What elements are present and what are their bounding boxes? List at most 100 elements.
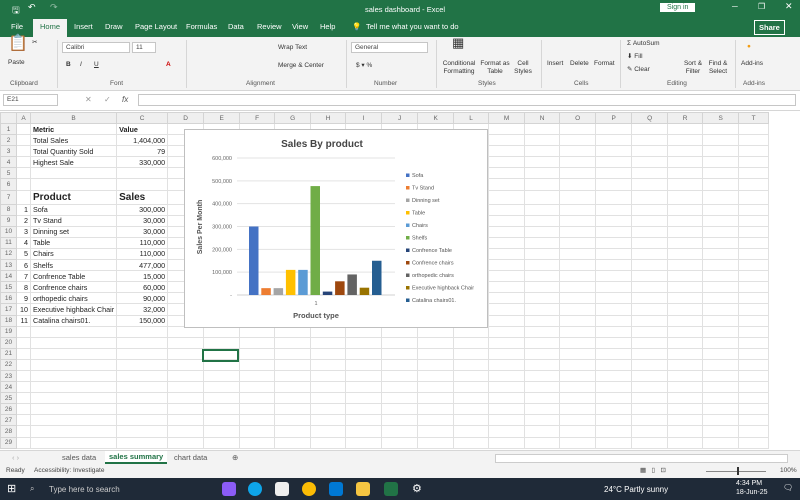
cell[interactable] [167,381,205,394]
cell[interactable] [631,292,669,305]
cell[interactable] [116,381,169,394]
cell[interactable] [559,292,597,305]
cell[interactable] [595,347,633,360]
cell[interactable]: 7 [16,270,31,283]
cell[interactable] [631,347,669,360]
font-size-select[interactable]: 11 [132,42,156,53]
cell[interactable] [595,122,633,136]
cell[interactable] [738,325,770,338]
cell[interactable]: Product [29,189,118,205]
cell[interactable] [631,236,669,249]
cell[interactable] [738,403,770,416]
cell[interactable] [488,358,526,371]
cell[interactable]: 10 [16,303,31,316]
column-header[interactable]: H [310,112,347,124]
cell[interactable]: 32,000 [116,303,169,316]
row-header[interactable]: 5 [0,167,17,180]
cell[interactable] [631,303,669,316]
cell[interactable] [667,347,704,360]
cell[interactable] [453,392,490,405]
clear-button[interactable]: ✎ Clear [627,66,650,74]
cell[interactable] [738,270,770,283]
cell[interactable] [29,347,118,360]
cell[interactable] [559,178,597,191]
cell[interactable] [524,425,561,438]
cell[interactable] [417,425,455,438]
cell[interactable] [667,236,704,249]
cell[interactable] [631,403,669,416]
notifications-icon[interactable]: 🗨 [783,483,793,492]
cell[interactable] [595,259,633,272]
cell[interactable] [667,381,704,394]
cell[interactable] [559,325,597,338]
cell[interactable] [702,145,740,158]
cell-styles-button[interactable]: Cell Styles [511,60,535,76]
autosum-button[interactable]: Σ AutoSum [627,40,660,48]
cell[interactable] [595,425,633,438]
cell[interactable] [381,403,419,416]
cell[interactable] [417,347,455,360]
cell[interactable] [631,369,669,383]
enter-icon[interactable]: ✓ [104,95,111,104]
cell[interactable] [559,414,597,427]
cell[interactable] [345,336,383,349]
column-header[interactable]: P [595,112,633,124]
cell[interactable] [631,134,669,147]
conditional-formatting-button[interactable]: Conditional Formatting [437,60,481,76]
insert-function-button[interactable]: fx [122,95,128,104]
find-select-button[interactable]: Find & Select [705,60,731,76]
cell[interactable] [116,358,169,371]
row-header[interactable]: 19 [0,325,17,338]
store-icon[interactable] [275,482,289,496]
cell[interactable] [29,178,118,191]
clock-time[interactable]: 4:34 PM [736,480,762,487]
tab-review[interactable]: Review [257,22,282,31]
cell[interactable]: Dinning set [29,225,118,238]
cell[interactable] [595,436,633,449]
cell[interactable] [702,203,740,216]
tab-view[interactable]: View [292,22,308,31]
row-header[interactable]: 20 [0,336,17,349]
cell[interactable] [345,358,383,371]
cell[interactable] [203,414,241,427]
cell[interactable] [702,122,740,136]
cell[interactable] [16,325,31,338]
cell[interactable] [310,436,347,449]
italic-button[interactable]: I [80,61,82,69]
cell[interactable] [595,336,633,349]
font-name-select[interactable]: Calibri [62,42,130,53]
cell[interactable] [738,189,770,205]
cell[interactable] [203,392,241,405]
cell[interactable] [345,414,383,427]
cell[interactable] [631,225,669,238]
cell[interactable] [667,145,704,158]
cell[interactable] [524,225,561,238]
cell[interactable] [631,167,669,180]
cell[interactable] [595,325,633,338]
row-header[interactable]: 4 [0,156,17,169]
windows-start-icon[interactable]: ⊞ [7,482,16,495]
cell[interactable] [524,303,561,316]
cell[interactable]: 2 [16,214,31,227]
cell[interactable]: Total Quantity Sold [29,145,118,158]
cell[interactable] [524,358,561,371]
row-header[interactable]: 8 [0,203,17,216]
cell[interactable] [631,270,669,283]
cell[interactable]: Confrence Table [29,270,118,283]
cell[interactable] [453,369,490,383]
cell[interactable] [559,403,597,416]
undo-icon[interactable]: ↶ [28,2,36,13]
row-header[interactable]: 14 [0,270,17,283]
cell[interactable] [702,347,740,360]
cell[interactable] [381,414,419,427]
cell[interactable] [310,392,347,405]
cell[interactable] [29,167,118,180]
cell[interactable] [16,392,31,405]
cell[interactable] [524,336,561,349]
cell[interactable] [738,358,770,371]
cell[interactable] [239,414,276,427]
column-header[interactable]: A [16,112,31,124]
cell[interactable]: Executive highback Chair [29,303,118,316]
cell[interactable] [29,392,118,405]
cell[interactable] [203,425,241,438]
